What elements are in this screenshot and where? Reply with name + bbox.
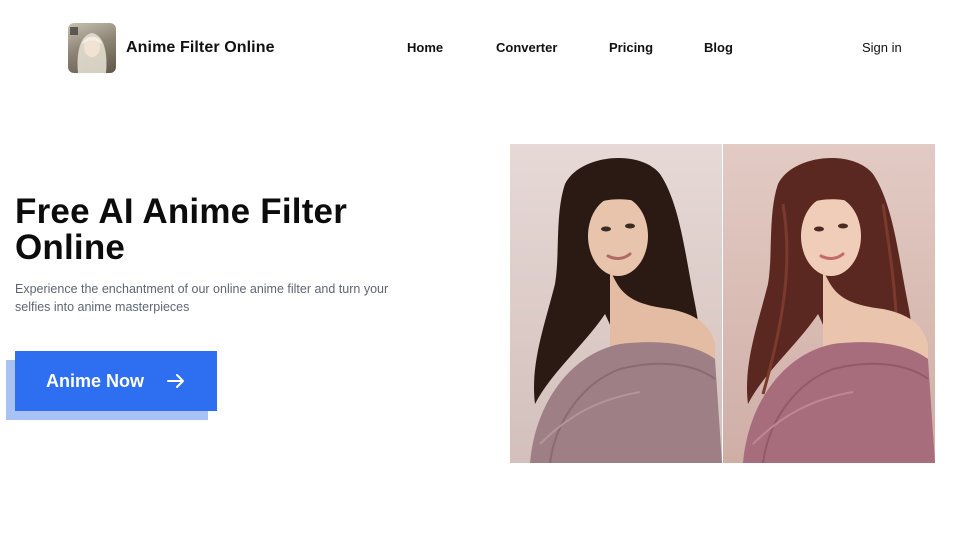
anime-now-label: Anime Now: [45, 370, 144, 391]
anime-now-button[interactable]: Anime Now: [15, 351, 217, 411]
arrow-right-icon: [166, 371, 186, 391]
main-nav: Home Converter Pricing Blog: [0, 40, 960, 58]
anime-filtered-photo: [723, 144, 935, 463]
hero-subtitle: Experience the enchantment of our online…: [15, 282, 389, 314]
sign-in-link[interactable]: Sign in: [862, 40, 902, 55]
nav-blog-link[interactable]: Blog: [704, 40, 733, 55]
site-header: Anime Filter Online Home Converter Prici…: [0, 0, 960, 96]
original-photo: [510, 144, 722, 463]
nav-home-link[interactable]: Home: [407, 40, 443, 55]
nav-converter-link[interactable]: Converter: [496, 40, 557, 55]
nav-pricing-link[interactable]: Pricing: [609, 40, 653, 55]
before-after-comparison: [510, 144, 935, 463]
hero-title: Free AI Anime Filter Online: [15, 192, 348, 267]
